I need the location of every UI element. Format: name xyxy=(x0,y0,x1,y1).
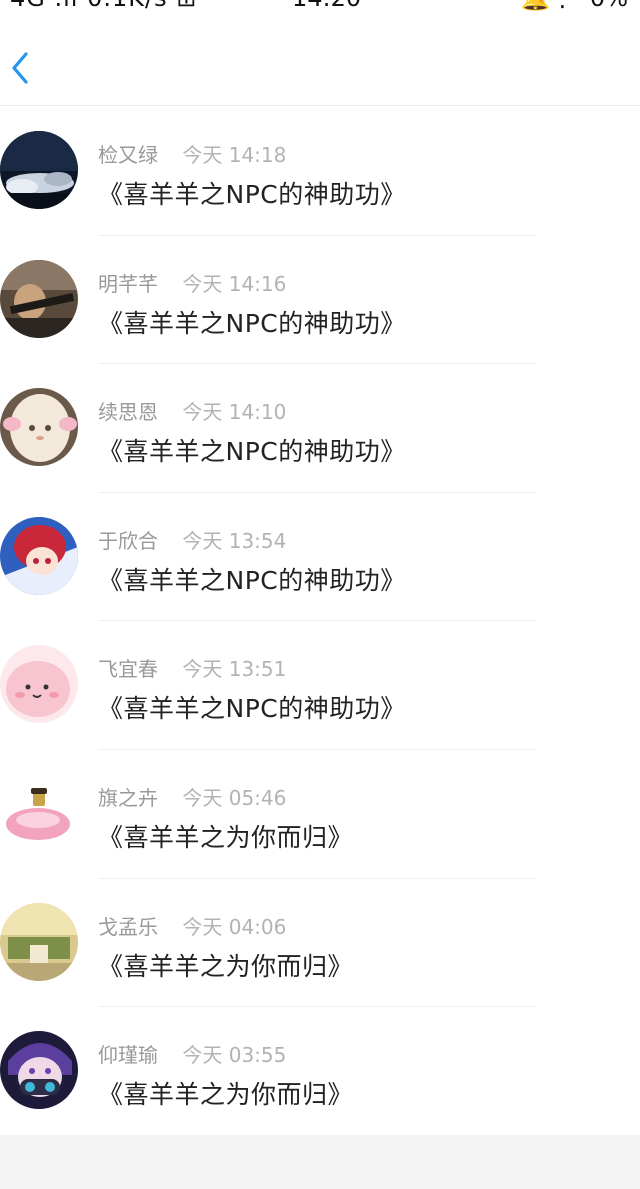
chevron-left-icon xyxy=(12,52,28,84)
list-item[interactable]: 检又绿 今天 14:18 《喜羊羊之NPC的神助功》 xyxy=(0,107,640,236)
user-name[interactable]: 旗之卉 xyxy=(98,786,158,810)
book-title[interactable]: 《喜羊羊之NPC的神助功》 xyxy=(98,304,406,340)
avatar[interactable] xyxy=(0,131,78,209)
comment-meta: 仰瑾瑜 今天 03:55 xyxy=(98,1039,286,1068)
back-button[interactable] xyxy=(0,46,40,90)
comment-meta: 续思恩 今天 14:10 xyxy=(98,396,286,425)
bottom-area xyxy=(0,1135,640,1189)
comment-time: 今天 13:54 xyxy=(182,528,287,553)
comment-time: 今天 05:46 xyxy=(182,785,287,810)
list-item[interactable]: 飞宜春 今天 13:51 《喜羊羊之NPC的神助功》 xyxy=(0,621,640,750)
user-name[interactable]: 戈孟乐 xyxy=(98,915,158,939)
nav-bar xyxy=(0,14,640,106)
avatar[interactable] xyxy=(0,516,78,595)
avatar[interactable] xyxy=(0,259,78,338)
list-item[interactable]: 明芊芊 今天 14:16 《喜羊羊之NPC的神助功》 xyxy=(0,236,640,365)
user-name[interactable]: 于欣合 xyxy=(98,529,158,553)
book-title[interactable]: 《喜羊羊之为你而归》 xyxy=(98,1075,353,1111)
comment-time: 今天 04:06 xyxy=(182,914,287,939)
user-name[interactable]: 续思恩 xyxy=(98,400,158,424)
comment-meta: 检又绿 今天 14:18 xyxy=(98,139,286,168)
user-name[interactable]: 飞宜春 xyxy=(98,657,158,681)
avatar[interactable] xyxy=(0,1031,78,1110)
comment-time: 今天 14:16 xyxy=(182,271,287,296)
user-name[interactable]: 仰瑾瑜 xyxy=(98,1043,158,1067)
status-time: 14:20 xyxy=(292,0,361,12)
avatar[interactable] xyxy=(0,645,78,724)
avatar[interactable] xyxy=(0,388,78,467)
list-item[interactable]: 于欣合 今天 13:54 《喜羊羊之NPC的神助功》 xyxy=(0,493,640,622)
list-item[interactable]: 旗之卉 今天 05:46 《喜羊羊之为你而归》 xyxy=(0,750,640,879)
user-name[interactable]: 明芊芊 xyxy=(98,272,158,296)
comment-meta: 于欣合 今天 13:54 xyxy=(98,525,286,554)
status-signal: 4G .ıl 0.1K/s ⊞ xyxy=(10,0,197,12)
comment-time: 今天 14:18 xyxy=(182,143,287,167)
book-title[interactable]: 《喜羊羊之NPC的神助功》 xyxy=(98,175,406,211)
book-title[interactable]: 《喜羊羊之为你而归》 xyxy=(98,818,353,854)
list-item[interactable]: 仰瑾瑜 今天 03:55 《喜羊羊之为你而归》 xyxy=(0,1007,640,1136)
avatar[interactable] xyxy=(0,773,78,852)
comment-time: 今天 13:51 xyxy=(182,657,287,682)
comment-list: 检又绿 今天 14:18 《喜羊羊之NPC的神助功》 明芊芊 今天 14:16 … xyxy=(0,107,640,1136)
comment-meta: 飞宜春 今天 13:51 xyxy=(98,653,286,682)
status-bar: 4G .ıl 0.1K/s ⊞ 14:20 🔔 ⋰ 0% xyxy=(0,0,640,14)
book-title[interactable]: 《喜羊羊之NPC的神助功》 xyxy=(98,561,406,597)
book-title[interactable]: 《喜羊羊之NPC的神助功》 xyxy=(98,689,406,725)
list-item[interactable]: 续思恩 今天 14:10 《喜羊羊之NPC的神助功》 xyxy=(0,364,640,493)
status-indicators: 🔔 ⋰ 0% xyxy=(521,0,628,12)
comment-meta: 戈孟乐 今天 04:06 xyxy=(98,911,286,940)
book-title[interactable]: 《喜羊羊之为你而归》 xyxy=(98,947,353,983)
book-title[interactable]: 《喜羊羊之NPC的神助功》 xyxy=(98,432,406,468)
comment-meta: 明芊芊 今天 14:16 xyxy=(98,268,286,297)
comment-meta: 旗之卉 今天 05:46 xyxy=(98,782,286,811)
avatar[interactable] xyxy=(0,902,78,981)
comment-time: 今天 14:10 xyxy=(182,400,287,425)
user-name[interactable]: 检又绿 xyxy=(98,143,158,167)
comment-time: 今天 03:55 xyxy=(182,1043,287,1068)
list-item[interactable]: 戈孟乐 今天 04:06 《喜羊羊之为你而归》 xyxy=(0,879,640,1008)
